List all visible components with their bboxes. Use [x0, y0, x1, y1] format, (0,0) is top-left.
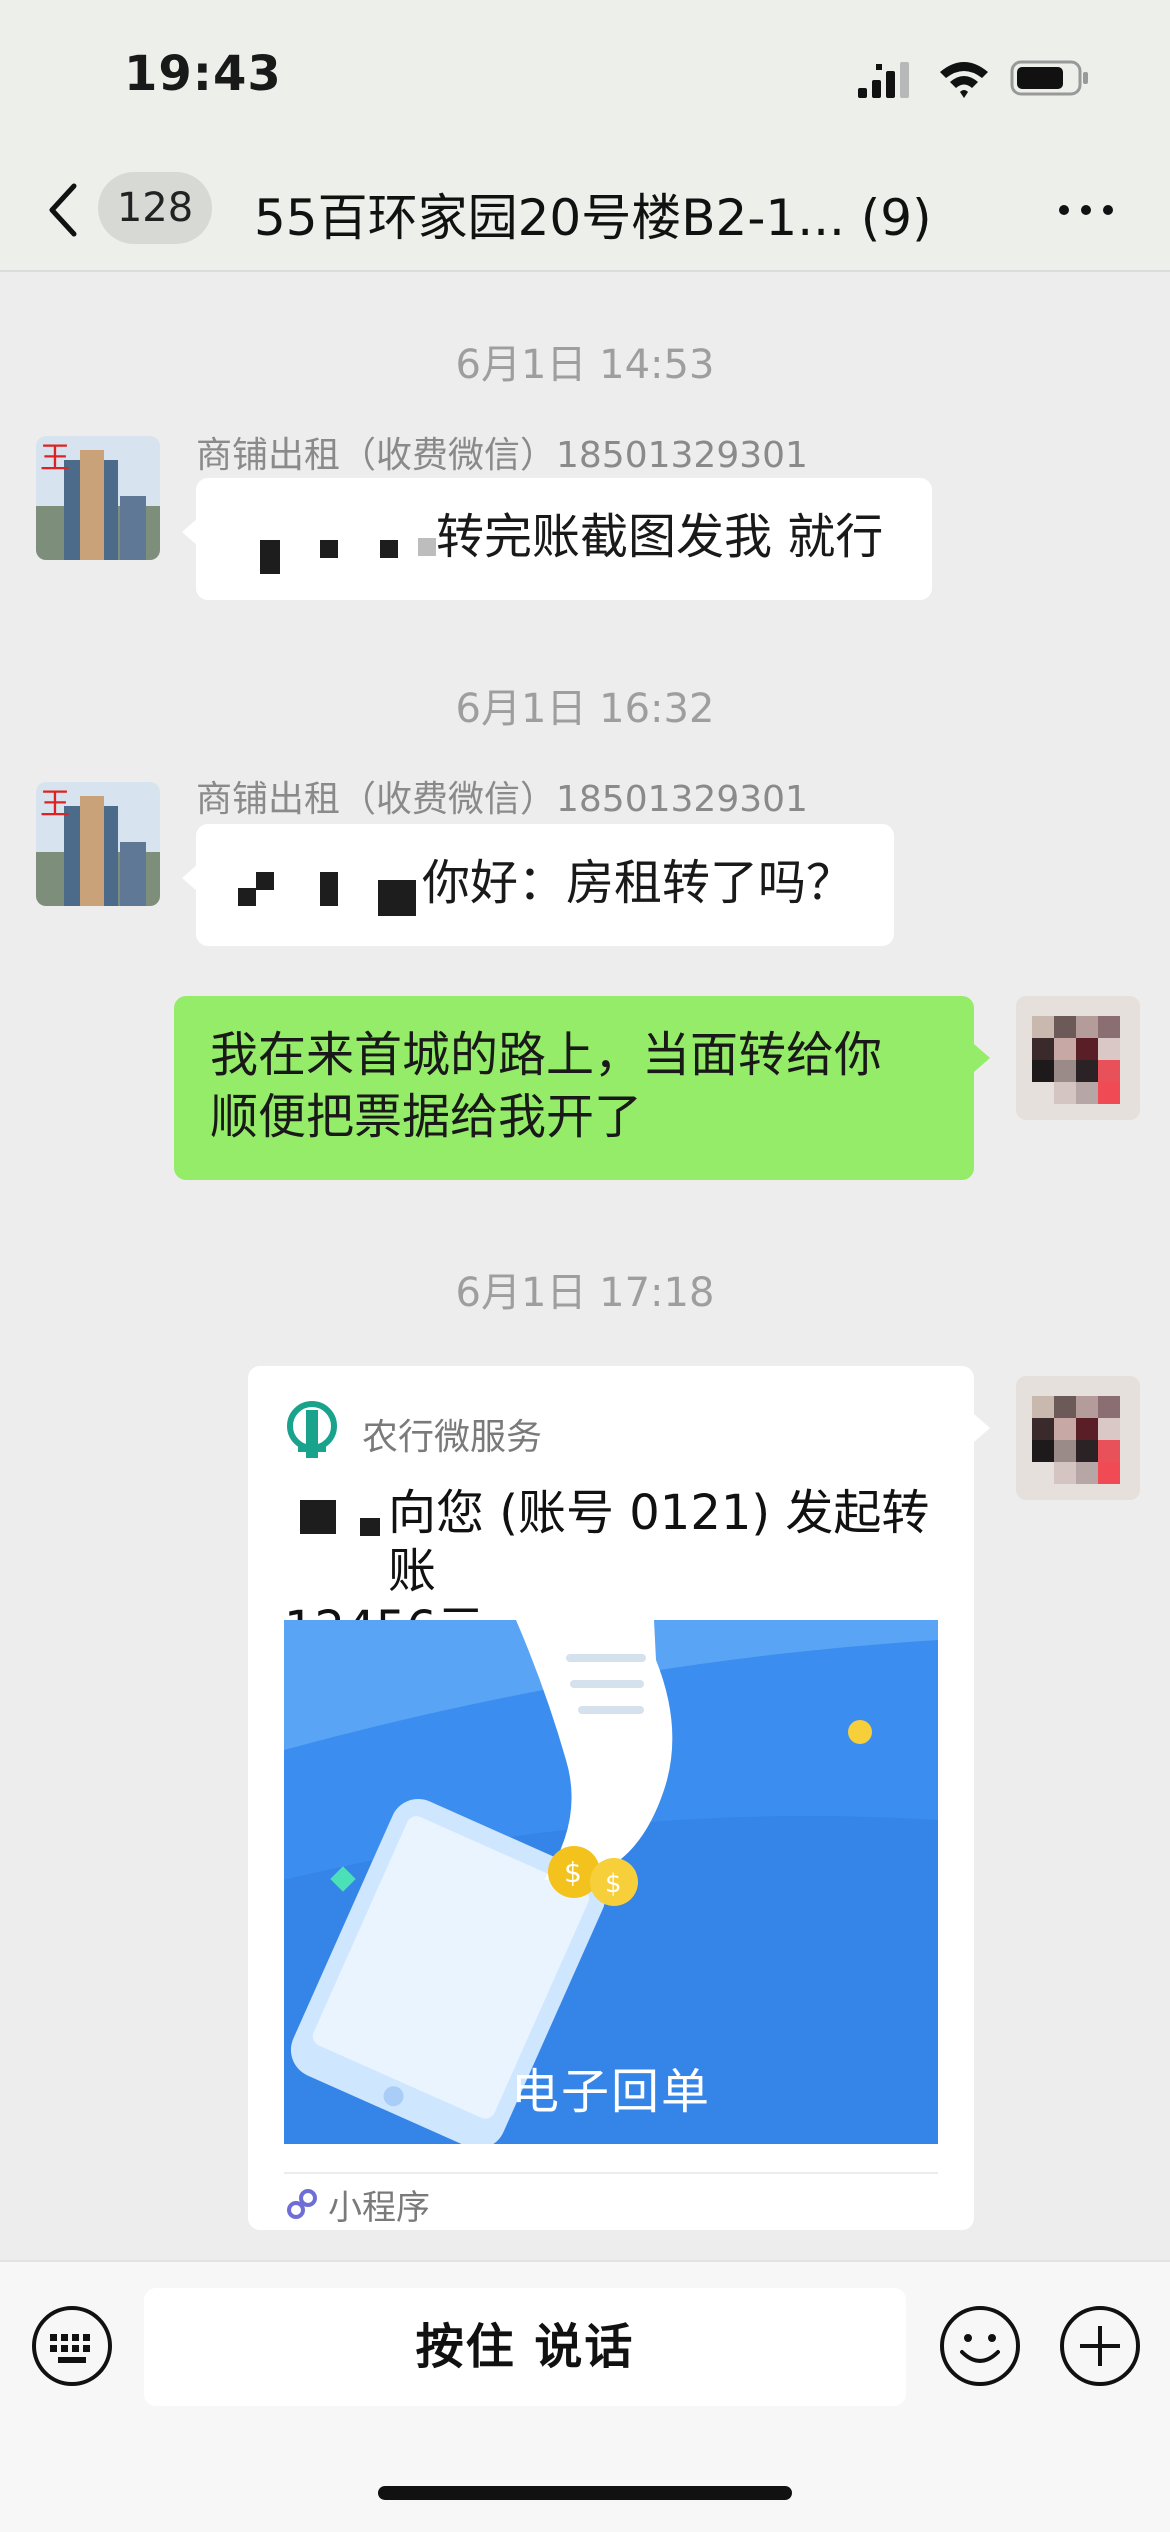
timestamp: 6月1日 17:18 — [455, 1270, 715, 1316]
mini-program-icon — [287, 2189, 317, 2219]
plus-icon[interactable] — [1058, 2304, 1142, 2388]
card-thumbnail: $ $ 电子回单 — [284, 1620, 938, 2144]
bubble-tail — [974, 1414, 990, 1442]
outgoing-message-bubble[interactable]: 我在来首城的路上，当面转给你 顺便把票据给我开了 — [174, 996, 974, 1180]
keyboard-icon[interactable] — [30, 2304, 114, 2388]
card-source-name: 农行微服务 — [362, 1417, 543, 1458]
message-text: 你好：房租转了吗？ — [422, 855, 855, 911]
message-text: 转完账截图发我 就行 — [436, 509, 884, 565]
redaction-block — [378, 880, 416, 916]
cellular-signal-icon — [858, 62, 909, 98]
more-dots-icon[interactable] — [1056, 200, 1116, 220]
sender-name: 商铺出租（收费微信）18501329301 — [196, 435, 808, 476]
card-title-line: 向您 (账号 0121) 发起转账 — [388, 1485, 930, 1599]
wifi-icon — [940, 62, 988, 98]
incoming-message-bubble[interactable]: 你好：房租转了吗？ — [196, 824, 894, 946]
timestamp: 6月1日 14:53 — [455, 342, 715, 388]
redaction-block — [380, 540, 398, 558]
chat-header: 128 55百环家园20号楼B2-1... (9) — [0, 150, 1170, 272]
battery-icon — [1010, 60, 1088, 96]
divider — [284, 2172, 938, 2174]
redaction-block — [320, 872, 338, 906]
hold-to-talk-button[interactable]: 按住 说话 — [144, 2288, 906, 2406]
redaction-block — [256, 872, 274, 890]
avatar[interactable]: 王 — [36, 782, 160, 906]
my-avatar[interactable] — [1016, 1376, 1140, 1500]
pixelated-avatar-image — [1016, 996, 1140, 1120]
chevron-left-icon[interactable] — [44, 180, 84, 240]
redaction-block — [260, 540, 280, 574]
redaction-block — [320, 540, 338, 558]
message-text-line: 我在来首城的路上，当面转给你 — [210, 1027, 883, 1083]
svg-text:王: 王 — [40, 787, 70, 822]
sender-name: 商铺出租（收费微信）18501329301 — [196, 779, 808, 820]
my-avatar[interactable] — [1016, 996, 1140, 1120]
home-indicator[interactable] — [378, 2486, 792, 2500]
svg-text:王: 王 — [40, 441, 70, 476]
unread-count-badge[interactable]: 128 — [98, 172, 212, 244]
card-image-caption: 电子回单 — [510, 2064, 711, 2120]
incoming-message-bubble[interactable]: 转完账截图发我 就行 — [196, 478, 932, 600]
message-text-line: 顺便把票据给我开了 — [210, 1089, 643, 1145]
status-bar: 19:43 — [0, 0, 1170, 150]
bubble-tail — [974, 1044, 990, 1072]
card-footer-label: 小程序 — [328, 2188, 430, 2228]
pixelated-avatar-image — [1016, 1376, 1140, 1500]
avatar[interactable]: 王 — [36, 436, 160, 560]
svg-text:$: $ — [605, 1869, 622, 1899]
building-avatar-image: 王 — [36, 782, 160, 906]
timestamp: 6月1日 16:32 — [455, 686, 715, 732]
abc-bank-logo-icon — [287, 1401, 337, 1458]
status-time: 19:43 — [124, 46, 282, 102]
building-avatar-image: 王 — [36, 436, 160, 560]
mini-program-card[interactable]: 农行微服务 向您 (账号 0121) 发起转账 12456元 — [248, 1366, 974, 2230]
redaction-block — [238, 888, 256, 906]
emoji-icon[interactable] — [938, 2304, 1022, 2388]
svg-text:$: $ — [564, 1856, 582, 1889]
chat-title: 55百环家园20号楼B2-1... (9) — [254, 189, 932, 247]
redaction-block — [418, 538, 436, 556]
